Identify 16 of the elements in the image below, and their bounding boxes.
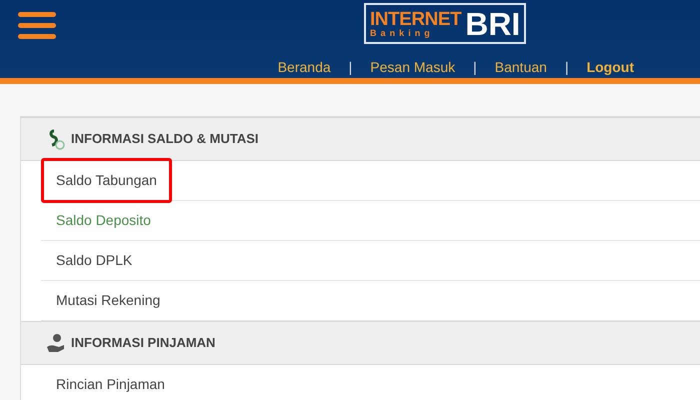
nav-link[interactable]: Bantuan (494, 57, 547, 78)
menu-link[interactable]: Saldo Tabungan (41, 158, 172, 203)
nav-separator: | (473, 58, 477, 77)
nav-separator: | (564, 58, 569, 77)
menu-link[interactable]: Rincian Pinjaman (41, 362, 180, 400)
nav-link[interactable]: Pesan Masuk (370, 57, 456, 78)
logo-text: INTERNET (370, 10, 462, 28)
nav-separator: | (348, 58, 352, 77)
nav-link[interactable]: Logout (586, 57, 634, 78)
section-title: INFORMASI SALDO & MUTASI (71, 130, 259, 148)
hand-coin-icon (45, 332, 67, 354)
logo-subtext: Banking (370, 28, 435, 38)
menu-icon[interactable] (18, 12, 56, 39)
section-title: INFORMASI PINJAMAN (71, 334, 216, 352)
logo-brand: BRI (465, 8, 520, 40)
nav-link[interactable]: Beranda (278, 57, 331, 78)
